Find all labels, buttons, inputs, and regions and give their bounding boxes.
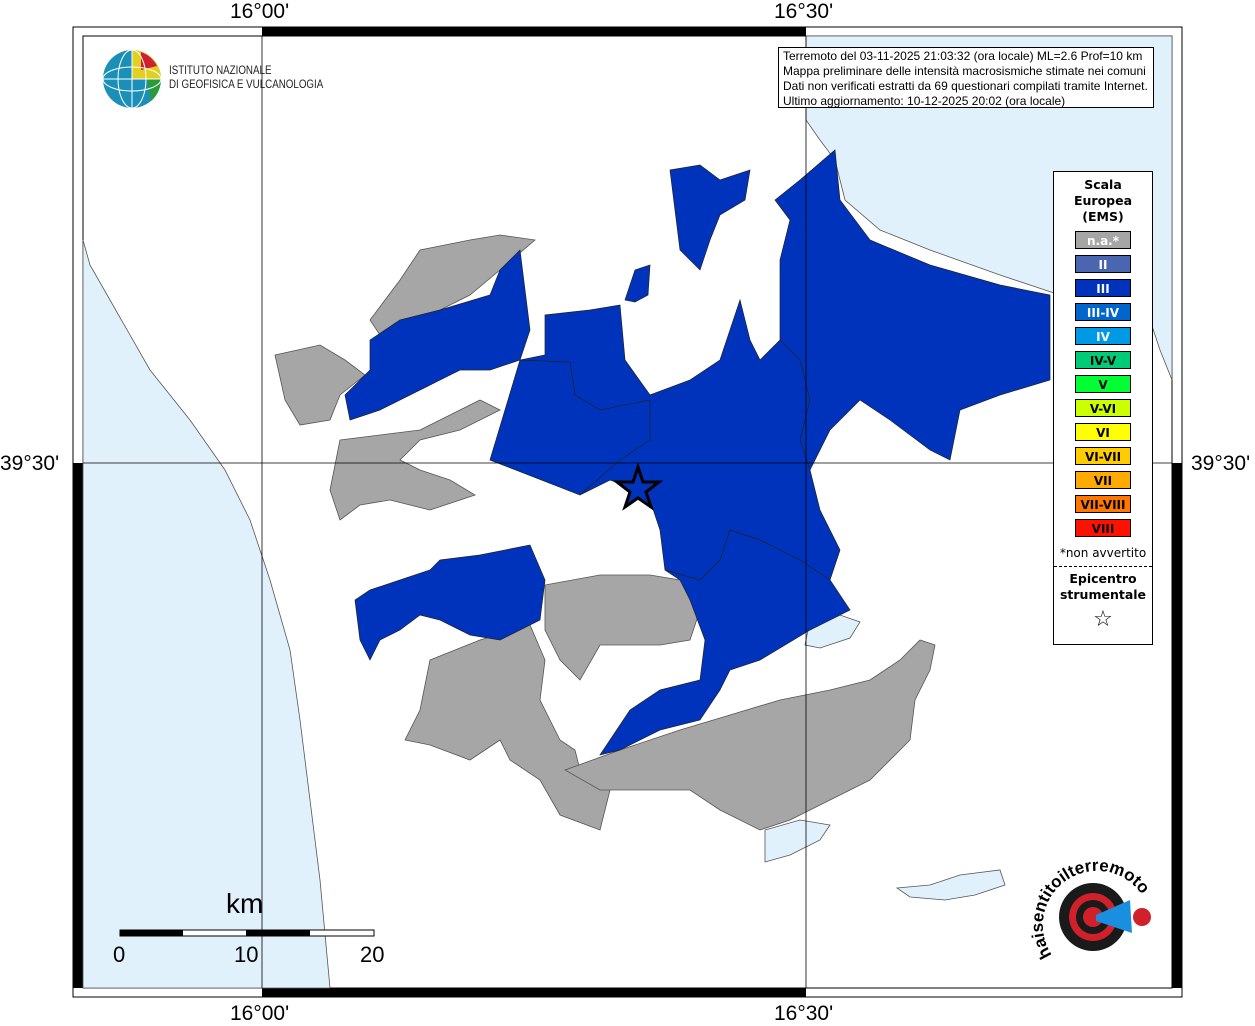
info-line: Terremoto del 03-11-2025 21:03:32 (ora l…: [783, 49, 1143, 63]
legend-note: *non avvertito: [1059, 546, 1147, 560]
legend-swatch-vi-vii: VI-VII: [1075, 447, 1131, 465]
logo-line: DI GEOFISICA E VULCANOLOGIA: [169, 79, 324, 91]
info-line: Mappa preliminare delle intensità macros…: [783, 64, 1146, 78]
legend-epicenter-label: Epicentro strumentale: [1054, 571, 1152, 603]
legend-epicenter-line: strumentale: [1059, 587, 1147, 602]
lon-label-bottom-2: 16°30': [774, 1002, 834, 1025]
lon-label-bottom-1: 16°00': [230, 1002, 290, 1025]
legend-swatch-v-vi: V-VI: [1075, 399, 1131, 417]
ingv-logo-text: ISTITUTO NAZIONALE DI GEOFISICA E VULCAN…: [169, 64, 323, 92]
lat-label-left: 39°30': [0, 452, 60, 475]
legend-title-line: Europea: [1073, 193, 1133, 208]
legend-swatch-iii: III: [1075, 279, 1131, 297]
star-icon: ☆: [1093, 607, 1113, 632]
scale-label: 20: [360, 942, 385, 967]
scale-unit: km: [226, 888, 264, 919]
legend-swatch-vi: VI: [1075, 423, 1131, 441]
legend-swatch-iv: IV: [1075, 327, 1131, 345]
legend-swatch-iv-v: IV-V: [1075, 351, 1131, 369]
legend-swatch-ii: II: [1075, 255, 1131, 273]
legend-swatch-viii: VIII: [1075, 519, 1131, 537]
lat-label-right: 39°30': [1191, 452, 1251, 475]
legend-swatches: n.a.* II III III-IV IV IV-V V V-VI VI VI-VII VII VI…: [1054, 231, 1152, 537]
legend-title-line: (EMS): [1082, 209, 1124, 224]
legend-swatch-v: V: [1075, 375, 1131, 393]
logo-line: ISTITUTO NAZIONALE: [169, 65, 272, 77]
ems-legend: Scala Europea (EMS) n.a.* II III III-IV IV IV…: [1053, 171, 1153, 645]
scale-bar: [119, 929, 375, 937]
ingv-logo-globe-icon: [102, 49, 162, 109]
legend-title-line: Scala: [1084, 177, 1122, 192]
legend-divider: [1054, 566, 1152, 567]
legend-title: Scala Europea (EMS): [1054, 177, 1152, 225]
lon-label-top-1: 16°00': [230, 0, 290, 23]
scale-label: 10: [234, 942, 259, 967]
legend-epicenter-line: Epicentro: [1069, 571, 1137, 586]
earthquake-info-box: Terremoto del 03-11-2025 21:03:32 (ora l…: [778, 47, 1154, 108]
legend-swatch-vii: VII: [1075, 471, 1131, 489]
lon-label-top-2: 16°30': [774, 0, 834, 23]
info-line: Ultimo aggiornamento: 10-12-2025 20:02 (…: [783, 94, 1066, 108]
legend-swatch-na: n.a.*: [1075, 231, 1131, 249]
legend-swatch-iii-iv: III-IV: [1075, 303, 1131, 321]
haisentito-logo-icon: haisentitoilterremoto.it: [1030, 855, 1154, 962]
legend-swatch-vii-viii: VII-VIII: [1075, 495, 1131, 513]
scale-label: 0: [113, 942, 126, 967]
info-line: Dati non verificati estratti da 69 quest…: [783, 79, 1148, 93]
